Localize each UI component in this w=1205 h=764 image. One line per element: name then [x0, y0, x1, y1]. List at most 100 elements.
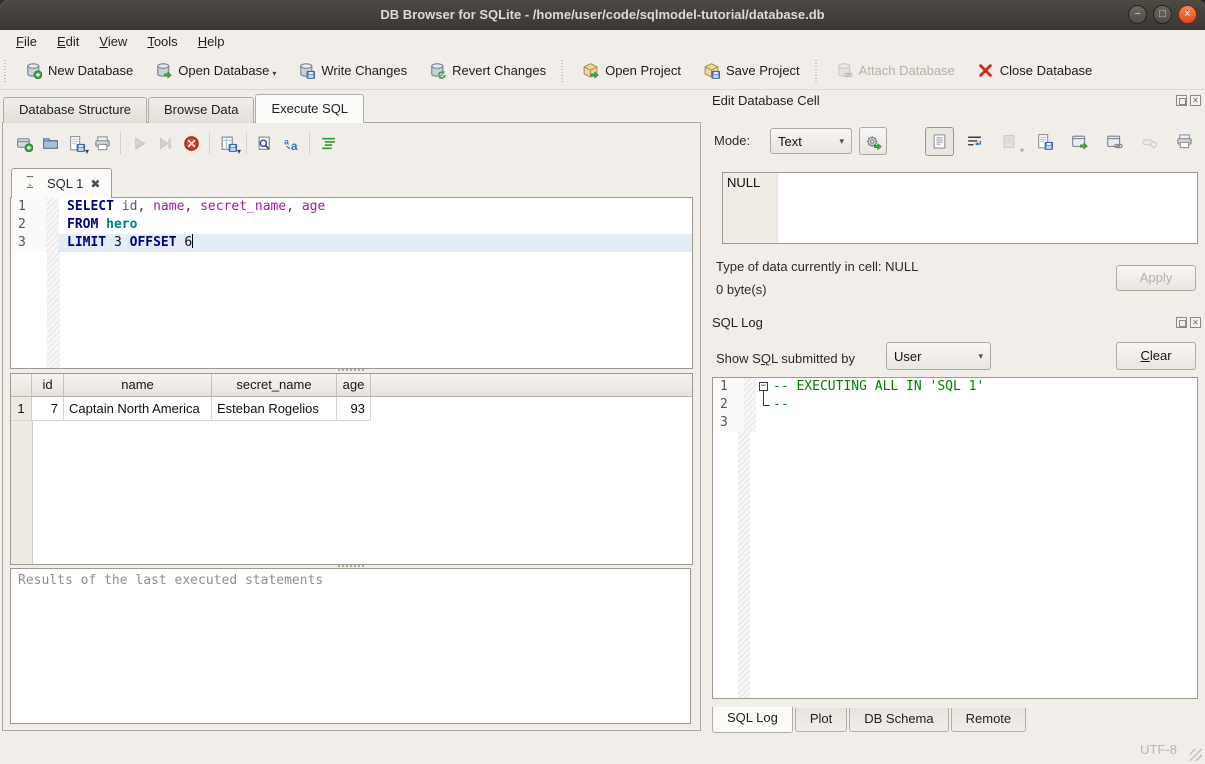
project-save-icon — [703, 62, 720, 79]
results-message[interactable]: Results of the last executed statements — [10, 568, 691, 724]
line-number: 1 — [11, 198, 46, 216]
open-project-button[interactable]: Open Project — [571, 58, 692, 83]
write-changes-button[interactable]: Write Changes — [287, 58, 418, 83]
tab-database-structure[interactable]: Database Structure — [3, 97, 147, 123]
revert-changes-button[interactable]: Revert Changes — [418, 58, 557, 83]
encoding-indicator[interactable]: UTF-8 — [1140, 742, 1177, 757]
save-sql-file-button[interactable]: ▾ — [63, 130, 89, 156]
window-controls: −□ × — [1128, 5, 1197, 24]
cell-value: NULL — [727, 175, 760, 190]
close-window-button[interactable]: × — [1178, 5, 1197, 24]
save-results-button[interactable]: ▾ — [215, 130, 241, 156]
sql-log-filter-select[interactable]: User ▾ — [886, 342, 991, 370]
chevron-down-icon[interactable]: ▾ — [272, 69, 276, 79]
sql-tab-label: SQL 1 — [47, 176, 83, 191]
close-database-button[interactable]: Close Database — [966, 58, 1104, 83]
menu-help[interactable]: Help — [188, 31, 235, 52]
menubar: FileEditViewToolsHelp — [0, 30, 1205, 52]
format-sql-button[interactable] — [315, 130, 341, 156]
save-project-button[interactable]: Save Project — [692, 58, 811, 83]
attach-database-button[interactable]: Attach Database — [825, 58, 966, 83]
tab-sql-1[interactable]: SQL 1 ✖ — [11, 168, 112, 198]
fold-collapse-icon[interactable]: − — [759, 382, 768, 391]
mode-select[interactable]: Text ▾ — [770, 128, 852, 154]
column-header-secret_name[interactable]: secret_name — [212, 374, 337, 396]
sql-log-filter-value: User — [894, 349, 921, 364]
sql-log-view[interactable]: 1−-- EXECUTING ALL IN 'SQL 1'2--3 — [712, 377, 1198, 699]
stop-icon — [183, 135, 200, 152]
editor-line-3: 3LIMIT 3 OFFSET 6 — [11, 234, 692, 252]
results-grid-header[interactable]: idnamesecret_nameage — [11, 374, 692, 397]
column-header-age[interactable]: age — [337, 374, 371, 396]
execute-all-button[interactable] — [126, 130, 152, 156]
splitter-handle-top[interactable] — [10, 367, 691, 372]
menu-file[interactable]: File — [6, 31, 47, 52]
menu-view[interactable]: View — [89, 31, 137, 52]
copy-cell-link-button[interactable] — [1100, 127, 1129, 156]
sql-editor[interactable]: 1SELECT id, name, secret_name, age2FROM … — [10, 197, 693, 369]
float-dock-icon[interactable] — [1176, 317, 1187, 328]
close-dock-icon[interactable]: ✕ — [1190, 317, 1201, 328]
menu-edit[interactable]: Edit — [47, 31, 89, 52]
chevron-down-icon[interactable]: ▾ — [1020, 147, 1024, 155]
revert-changes-label: Revert Changes — [452, 63, 546, 78]
open-in-external-button[interactable] — [1065, 127, 1094, 156]
log-fold-margin — [738, 432, 750, 698]
tab-browse-data[interactable]: Browse Data — [148, 97, 254, 123]
bottom-tab-db-schema[interactable]: DB Schema — [849, 708, 948, 732]
execute-line-button[interactable] — [152, 130, 178, 156]
column-header-id[interactable]: id — [32, 374, 64, 396]
cell-editor[interactable]: NULL — [722, 172, 1198, 244]
resize-grip[interactable] — [1190, 749, 1202, 761]
results-grid-row-header-strip — [11, 396, 33, 564]
find-button[interactable] — [252, 130, 278, 156]
corner-header[interactable] — [11, 374, 32, 396]
gear-arrow-icon — [865, 133, 882, 150]
results-grid[interactable]: idnamesecret_nameage 17Captain North Ame… — [10, 373, 693, 565]
minimize-window-button[interactable]: − — [1128, 5, 1147, 24]
import-data-button[interactable]: ▾ — [995, 127, 1024, 156]
print-cell-button[interactable] — [1170, 127, 1199, 156]
export-data-button[interactable] — [1030, 127, 1059, 156]
autocomplete-button[interactable]: aa — [278, 130, 304, 156]
bottom-tab-remote[interactable]: Remote — [951, 708, 1027, 732]
open-database-button[interactable]: Open Database▾ — [144, 58, 287, 83]
stop-execution-button[interactable] — [178, 130, 204, 156]
svg-text:a: a — [284, 136, 289, 146]
fold-end-marker — [763, 396, 770, 406]
bottom-tab-sql-log[interactable]: SQL Log — [712, 707, 793, 733]
maximize-window-button[interactable]: □ — [1153, 5, 1172, 24]
cell-id[interactable]: 7 — [32, 397, 64, 421]
auto-mode-button[interactable] — [859, 127, 887, 155]
execute-line-icon — [157, 135, 174, 152]
tab-execute-sql[interactable]: Execute SQL — [255, 94, 364, 123]
print-sql-button[interactable] — [89, 130, 115, 156]
float-dock-icon[interactable] — [1176, 95, 1187, 106]
column-header-name[interactable]: name — [64, 374, 212, 396]
apply-button[interactable]: Apply — [1116, 265, 1196, 291]
chevron-down-icon[interactable]: ▾ — [237, 148, 241, 156]
editor-line-2: 2FROM hero — [11, 216, 692, 234]
open-sql-tab-button[interactable] — [11, 130, 37, 156]
table-row[interactable]: 17Captain North AmericaEsteban Rogelios9… — [11, 397, 692, 421]
text-mode-button[interactable] — [925, 127, 954, 156]
close-tab-icon[interactable]: ✖ — [90, 177, 100, 191]
row-header[interactable]: 1 — [11, 397, 32, 421]
edit-cell-dock-controls: ✕ — [1176, 95, 1201, 106]
close-dock-icon[interactable]: ✕ — [1190, 95, 1201, 106]
save-sql-icon — [68, 135, 85, 152]
new-database-button[interactable]: New Database — [14, 58, 144, 83]
word-wrap-icon — [966, 133, 983, 150]
cell-secret_name[interactable]: Esteban Rogelios — [212, 397, 337, 421]
db-open-icon — [155, 62, 172, 79]
set-null-button[interactable] — [1135, 127, 1164, 156]
clear-log-button[interactable]: Clear — [1116, 342, 1196, 370]
app-window: DB Browser for SQLite - /home/user/code/… — [0, 0, 1205, 764]
cell-age[interactable]: 93 — [337, 397, 371, 421]
word-wrap-button[interactable] — [960, 127, 989, 156]
menu-tools[interactable]: Tools — [137, 31, 187, 52]
cell-name[interactable]: Captain North America — [64, 397, 212, 421]
bottom-tab-plot[interactable]: Plot — [795, 708, 847, 732]
open-database-label: Open Database — [178, 63, 269, 78]
open-sql-file-button[interactable] — [37, 130, 63, 156]
